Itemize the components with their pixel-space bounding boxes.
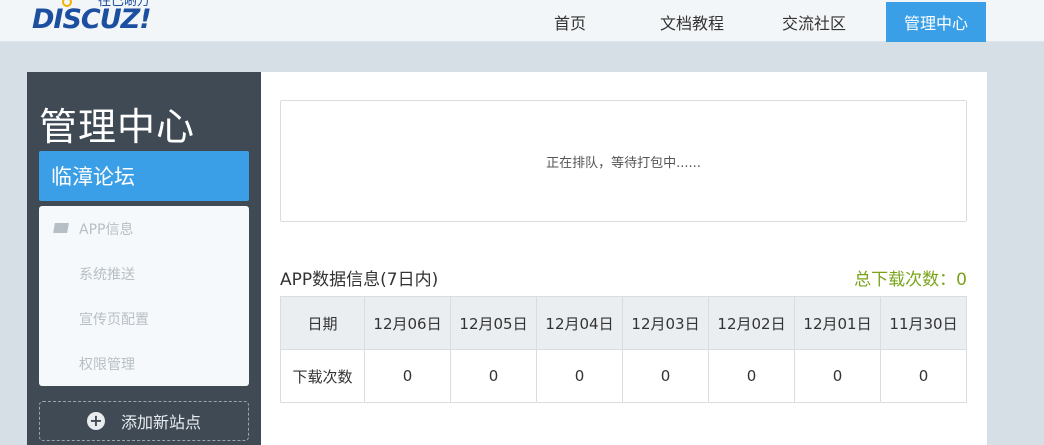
stats-title: APP数据信息(7日内) xyxy=(280,270,439,290)
sidebar-item-permissions[interactable]: 权限管理 xyxy=(39,341,249,386)
nav-admin-center[interactable]: 管理中心 xyxy=(886,2,986,42)
sidebar-item-push[interactable]: 系统推送 xyxy=(39,251,249,296)
content-area: 正在排队，等待打包中...... APP数据信息(7日内) 总下载次数：0 日期… xyxy=(261,72,987,445)
table-header-cell: 12月04日 xyxy=(536,296,623,350)
total-downloads: 总下载次数：0 xyxy=(854,270,967,290)
nav-docs[interactable]: 文档教程 xyxy=(642,2,742,42)
table-header-cell: 12月01日 xyxy=(794,296,881,350)
table-header-cell: 日期 xyxy=(280,296,365,350)
table-cell: 0 xyxy=(708,349,795,403)
stats-table: 日期 12月06日 12月05日 12月04日 12月03日 12月02日 12… xyxy=(280,296,967,403)
app-info-icon xyxy=(53,223,69,233)
sidebar-title: 管理中心 xyxy=(39,105,196,149)
sidebar-menu: APP信息 系统推送 宣传页配置 权限管理 xyxy=(39,206,249,386)
table-row: 下载次数 0 0 0 0 0 0 0 xyxy=(280,349,967,403)
sidebar-item-label: 系统推送 xyxy=(79,266,135,283)
main-panel: 管理中心 临漳论坛 APP信息 系统推送 宣传页配置 权限管理 + 添加新站点 … xyxy=(27,72,987,445)
nav-community[interactable]: 交流社区 xyxy=(764,2,864,42)
table-cell: 0 xyxy=(794,349,881,403)
sidebar-item-label: 权限管理 xyxy=(79,356,135,373)
add-site-label: 添加新站点 xyxy=(120,413,201,432)
table-header-cell: 12月02日 xyxy=(708,296,795,350)
sidebar-item-app-info[interactable]: APP信息 xyxy=(39,206,249,251)
table-cell: 0 xyxy=(450,349,537,403)
table-header-cell: 12月03日 xyxy=(622,296,709,350)
table-header-cell: 12月06日 xyxy=(364,296,451,350)
sidebar-item-label: 宣传页配置 xyxy=(79,311,149,328)
top-navbar: 往已啲万 DISCUZ! 首页 文档教程 交流社区 管理中心 xyxy=(0,0,1044,42)
sidebar: 管理中心 临漳论坛 APP信息 系统推送 宣传页配置 权限管理 + 添加新站点 xyxy=(27,72,261,445)
site-selector-button[interactable]: 临漳论坛 xyxy=(39,151,249,201)
sidebar-item-promo-config[interactable]: 宣传页配置 xyxy=(39,296,249,341)
sidebar-item-label: APP信息 xyxy=(79,221,134,238)
logo-text: DISCUZ! xyxy=(32,4,152,35)
table-cell: 0 xyxy=(364,349,451,403)
table-cell: 0 xyxy=(880,349,967,403)
plus-icon: + xyxy=(86,412,105,430)
nav-home[interactable]: 首页 xyxy=(520,2,620,42)
queue-status-box: 正在排队，等待打包中...... xyxy=(280,100,967,222)
main-nav: 首页 文档教程 交流社区 管理中心 xyxy=(520,2,1008,42)
table-cell: 0 xyxy=(536,349,623,403)
table-cell: 下载次数 xyxy=(280,349,365,403)
discuz-logo[interactable]: 往已啲万 DISCUZ! xyxy=(32,0,182,42)
table-cell: 0 xyxy=(622,349,709,403)
table-header-cell: 11月30日 xyxy=(880,296,967,350)
add-site-button[interactable]: + 添加新站点 xyxy=(39,401,249,441)
table-header-row: 日期 12月06日 12月05日 12月04日 12月03日 12月02日 12… xyxy=(280,296,967,350)
queue-status-text: 正在排队，等待打包中...... xyxy=(546,155,701,171)
table-header-cell: 12月05日 xyxy=(450,296,537,350)
